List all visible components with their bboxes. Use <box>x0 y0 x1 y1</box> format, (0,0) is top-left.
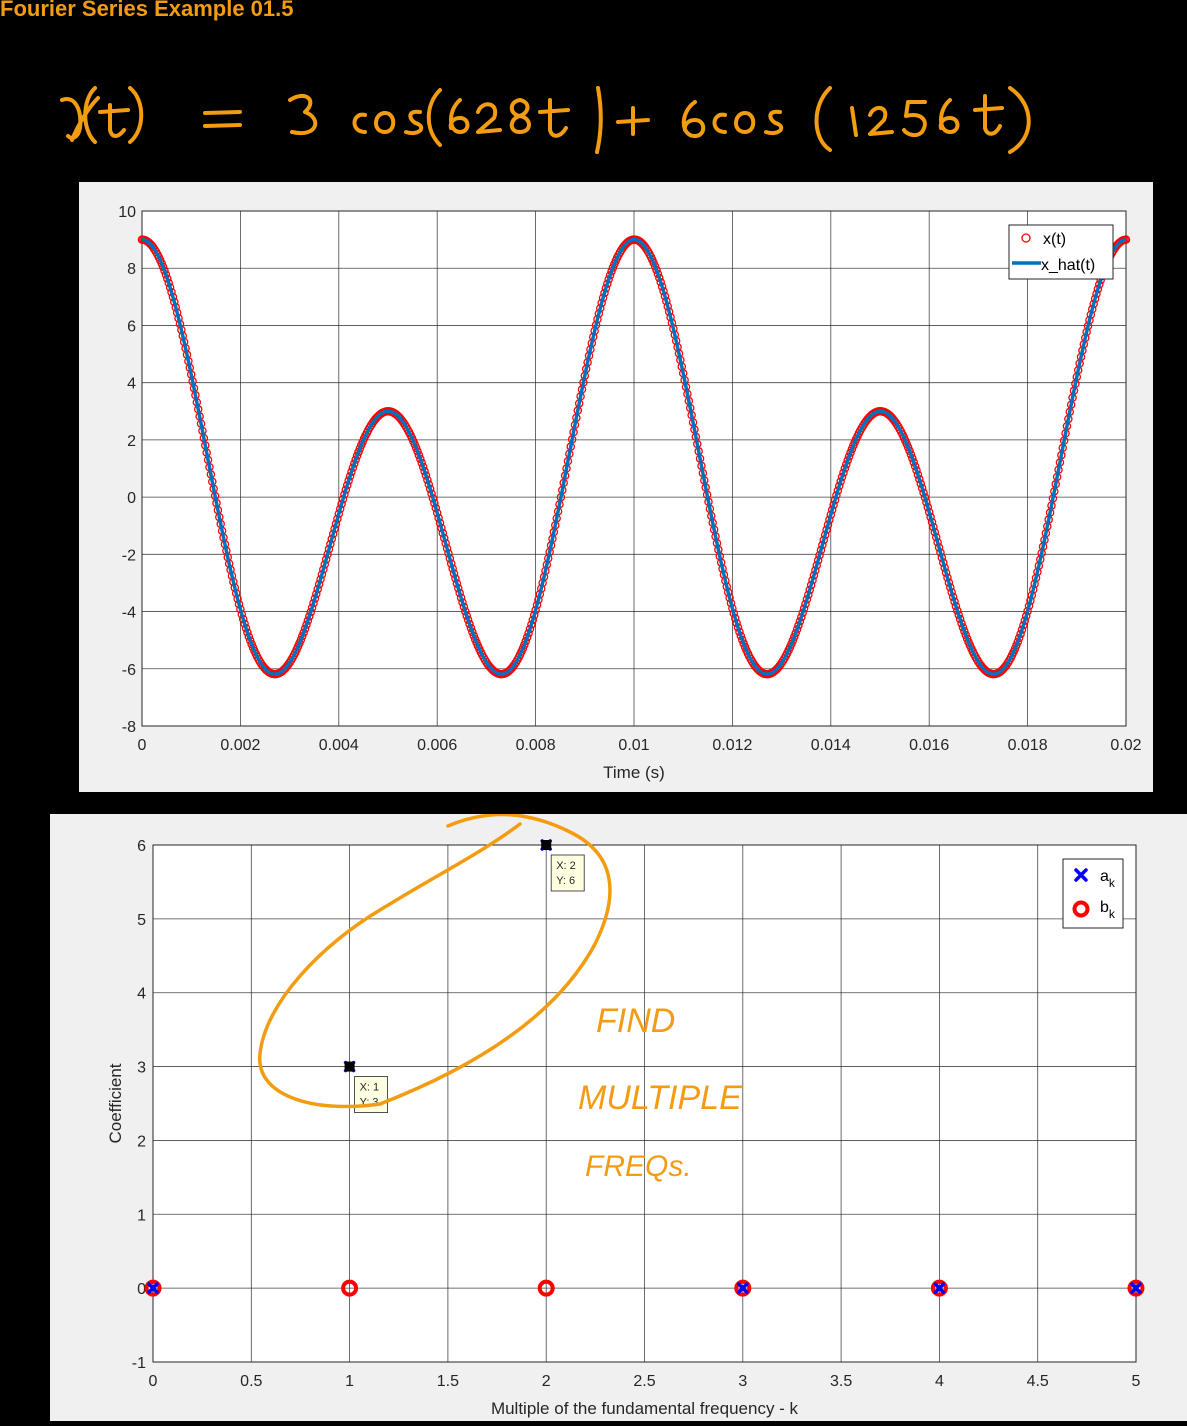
x-tick-label: 0.016 <box>909 737 949 754</box>
x-axis-label: Multiple of the fundamental frequency - … <box>491 1399 799 1418</box>
legend-label: x_hat(t) <box>1041 257 1095 274</box>
y-tick-label: 2 <box>137 1133 146 1150</box>
datatip-marker <box>541 840 552 850</box>
annotation-find: FIND <box>596 1002 675 1040</box>
x-tick-label: 2.5 <box>633 1373 655 1390</box>
time-plot-figure: 0 0.002 0.004 0.006 0.008 0.01 0.012 0.014 0.016… <box>79 182 1153 792</box>
y-axis-label: Coefficient <box>106 1063 125 1143</box>
x-tick-label: 0.018 <box>1008 737 1048 754</box>
y-tick-label: 2 <box>127 433 136 450</box>
handwritten-equation <box>60 86 1031 154</box>
legend-label: x(t) <box>1043 231 1066 248</box>
coefficient-plot-figure: 0 0.5 1 1.5 2 2.5 3 3.5 4 4.5 5 -1 0 1 2 3 4 5 6 Multiple o… <box>50 812 1187 1421</box>
x-tick-label: 0.01 <box>618 737 649 754</box>
y-tick-label: -8 <box>122 719 136 736</box>
x-tick-label: 1 <box>345 1373 354 1390</box>
x-tick-label: 0.5 <box>240 1373 262 1390</box>
y-tick-label: -6 <box>122 662 136 679</box>
datatip-x: X: 1 <box>360 1082 380 1094</box>
y-tick-label: 0 <box>127 490 136 507</box>
legend: x(t) x_hat(t) <box>1008 224 1114 280</box>
y-tick-label: 8 <box>127 261 136 278</box>
x-tick-label: 1.5 <box>437 1373 459 1390</box>
y-tick-label: -4 <box>122 605 136 622</box>
x-tick-label: 5 <box>1132 1373 1141 1390</box>
slide-title: Fourier Series Example 01.5 <box>0 0 294 21</box>
time-plot: 0 0.002 0.004 0.006 0.008 0.01 0.012 0.014 0.016… <box>118 204 1141 782</box>
y-tick-label: 4 <box>127 376 136 393</box>
x-tick-label: 3 <box>738 1373 747 1390</box>
datatip-marker <box>344 1061 355 1072</box>
coefficient-plot: 0 0.5 1 1.5 2 2.5 3 3.5 4 4.5 5-10123456Multiple o… <box>106 812 1145 1418</box>
x-tick-label: 0.008 <box>516 737 556 754</box>
annotation-multiple: MULTIPLE <box>578 1079 742 1117</box>
x-tick-label: 4 <box>935 1373 944 1390</box>
y-tick-label: 6 <box>137 838 146 855</box>
y-tick-label: 6 <box>127 318 136 335</box>
x-tick-label: 0.006 <box>417 737 457 754</box>
x-tick-label: 0.02 <box>1110 737 1141 754</box>
y-tick-label: -1 <box>132 1355 146 1372</box>
x-tick-label: 3.5 <box>830 1373 852 1390</box>
x-tick-label: 4.5 <box>1027 1373 1049 1390</box>
x-tick-label: 0 <box>138 737 147 754</box>
x-tick-label: 0.012 <box>712 737 752 754</box>
x-tick-label: 0 <box>149 1373 158 1390</box>
annotation-freqs: FREQs. <box>585 1150 692 1183</box>
legend: akbk <box>1062 858 1124 929</box>
x-tick-label: 0.004 <box>319 737 359 754</box>
y-tick-label: 4 <box>137 986 146 1003</box>
datatip-x: X: 2 <box>556 860 576 872</box>
y-tick-label: -2 <box>122 547 136 564</box>
y-tick-label: 10 <box>118 204 136 221</box>
x-tick-label: 2 <box>542 1373 551 1390</box>
y-tick-label: 1 <box>137 1207 146 1224</box>
x-tick-label: 0.002 <box>220 737 260 754</box>
datatip-y: Y: 6 <box>556 875 575 887</box>
y-tick-label: 5 <box>137 912 146 929</box>
x-tick-label: 0.014 <box>811 737 851 754</box>
x-axis-label: Time (s) <box>603 763 665 782</box>
y-tick-label: 3 <box>137 1060 146 1077</box>
